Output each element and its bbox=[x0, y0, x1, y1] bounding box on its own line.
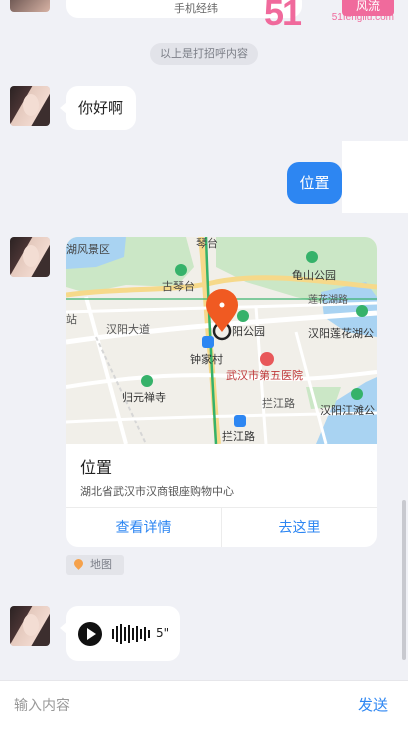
waveform-icon bbox=[112, 624, 150, 644]
map-poi-label: 钟家村 bbox=[190, 352, 223, 366]
avatar[interactable] bbox=[10, 86, 50, 126]
watermark-number: 51 bbox=[264, 0, 302, 33]
navigate-button[interactable]: 去这里 bbox=[222, 508, 377, 547]
send-button[interactable]: 发送 bbox=[358, 694, 388, 715]
scrollbar[interactable] bbox=[402, 500, 406, 660]
avatar-placeholder bbox=[342, 141, 408, 213]
avatar[interactable] bbox=[10, 0, 50, 12]
metro-icon bbox=[202, 336, 214, 348]
avatar[interactable] bbox=[10, 606, 50, 646]
watermark-logo: 51 风流 51fengliu.com bbox=[264, 0, 394, 33]
map-poi-label: 武汉市第五医院 bbox=[226, 368, 303, 382]
map-tag: 地图 bbox=[66, 555, 124, 575]
message-input-bar: 发送 bbox=[0, 680, 408, 730]
message-text: 手机经纬 bbox=[174, 2, 218, 15]
voice-message[interactable]: 5" bbox=[60, 606, 180, 661]
park-icon bbox=[306, 251, 318, 263]
play-icon[interactable] bbox=[78, 622, 102, 646]
map-poi-label: 琴台 bbox=[196, 237, 218, 250]
map-poi-label: 站 bbox=[66, 312, 77, 326]
map-pin-icon bbox=[72, 557, 85, 570]
map-poi-label: 湖风景区 bbox=[66, 243, 110, 256]
voice-duration: 5" bbox=[156, 626, 170, 640]
metro-icon bbox=[234, 415, 246, 427]
hospital-icon bbox=[260, 352, 274, 366]
temple-icon bbox=[141, 375, 153, 387]
message-input[interactable] bbox=[14, 693, 314, 719]
park-icon bbox=[237, 310, 249, 322]
system-notice: 以上是打招呼内容 bbox=[150, 43, 258, 65]
location-message[interactable]: 位置 bbox=[287, 162, 348, 204]
map-poi-label: 归元禅寺 bbox=[122, 390, 166, 404]
location-address: 湖北省武汉市汉商银座购物中心 bbox=[80, 485, 234, 498]
park-icon bbox=[175, 264, 187, 276]
map-poi-label: 莲花湖路 bbox=[308, 293, 348, 306]
map-poi-label: 阳公园 bbox=[232, 325, 265, 338]
map-poi-label: 拦江路 bbox=[262, 396, 295, 410]
map-poi-label: 古琴台 bbox=[162, 279, 195, 293]
location-actions: 查看详情 去这里 bbox=[66, 507, 377, 547]
map-tag-label: 地图 bbox=[90, 558, 112, 571]
map-poi-label: 拦江路 bbox=[222, 429, 255, 443]
map-poi-label: 汉阳大道 bbox=[106, 322, 150, 336]
avatar[interactable] bbox=[10, 237, 50, 277]
park-icon bbox=[351, 388, 363, 400]
park-icon bbox=[356, 305, 368, 317]
watermark-url: 51fengliu.com bbox=[331, 12, 394, 23]
map-view[interactable]: 湖风景区 琴台 古琴台 龟山公园 莲花湖路 汉阳莲花湖公 汉阳大道 阳公园 钟家… bbox=[66, 237, 377, 444]
map-poi-label: 汉阳莲花湖公 bbox=[308, 327, 374, 340]
map-poi-label: 汉阳江滩公 bbox=[320, 403, 375, 417]
map-poi-label: 龟山公园 bbox=[292, 269, 336, 282]
location-title: 位置 bbox=[80, 458, 113, 477]
location-card[interactable]: 湖风景区 琴台 古琴台 龟山公园 莲花湖路 汉阳莲花湖公 汉阳大道 阳公园 钟家… bbox=[66, 237, 377, 547]
greeting-message[interactable]: 你好啊 bbox=[60, 86, 136, 130]
view-details-button[interactable]: 查看详情 bbox=[66, 508, 222, 547]
